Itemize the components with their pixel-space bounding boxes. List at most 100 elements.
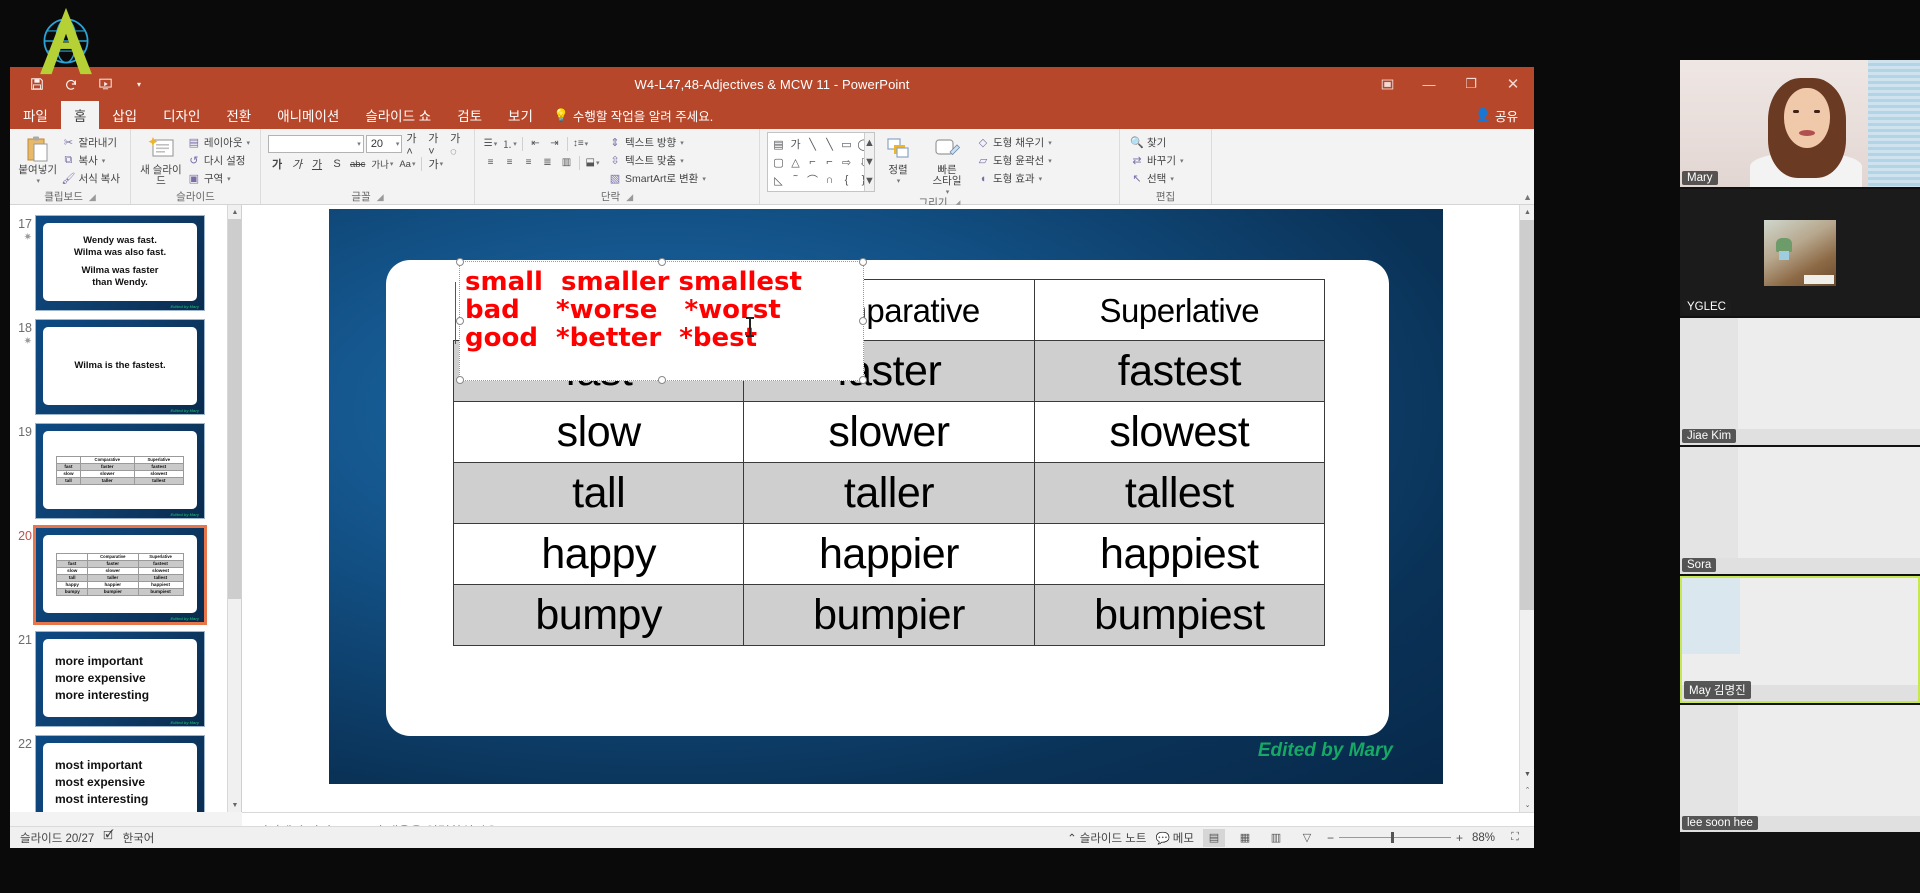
resize-handle-bottom-right[interactable] xyxy=(859,376,867,384)
participant-tile[interactable]: YGLEC xyxy=(1680,189,1920,316)
character-spacing-button[interactable]: 가나 ▾ xyxy=(369,155,395,173)
customize-qat-icon[interactable]: ▾ xyxy=(124,71,154,97)
columns-button[interactable]: ▥ xyxy=(558,154,575,171)
resize-handle-middle-left[interactable] xyxy=(456,317,464,325)
slideshow-view-button[interactable]: ▽ xyxy=(1296,829,1318,847)
zoom-in-button[interactable]: + xyxy=(1456,831,1463,845)
thumbnail-item[interactable]: 17 ✷ Wendy was fast. Wilma was also fast… xyxy=(10,211,241,315)
shape-arc-icon[interactable]: ∩ xyxy=(821,171,838,189)
layout-button[interactable]: ▤ 레이아웃 ▾ xyxy=(184,134,253,151)
tab-insert[interactable]: 삽입 xyxy=(99,101,150,129)
quick-styles-button[interactable]: 빠른 스타일 ▾ xyxy=(921,132,973,196)
thumbnail-item[interactable]: 22 most important most expensive most in… xyxy=(10,731,241,812)
next-slide-icon[interactable]: ⌄ xyxy=(1520,797,1534,812)
line-spacing-button[interactable]: ↕≡ ▾ xyxy=(572,135,589,152)
align-left-button[interactable]: ≡ xyxy=(482,154,499,171)
slide-scroll-thumb[interactable] xyxy=(1520,220,1534,610)
align-text-button[interactable]: ⇳ 텍스트 맞춤 ▾ xyxy=(605,152,709,169)
shapes-gallery-scrollbar[interactable]: ▲ ▼ ▼ xyxy=(864,133,875,191)
format-painter-button[interactable]: 🖌 서식 복사 xyxy=(58,170,123,187)
tell-me-box[interactable]: 💡 수행할 작업을 알려 주세요. xyxy=(546,101,713,129)
participant-tile[interactable]: Jiae Kim xyxy=(1680,318,1920,445)
font-name-input[interactable]: ▾ xyxy=(268,135,364,153)
resize-handle-top-right[interactable] xyxy=(859,258,867,266)
restore-icon[interactable]: ❐ xyxy=(1450,67,1492,101)
section-button[interactable]: ▣ 구역 ▾ xyxy=(184,170,253,187)
copy-caret-icon[interactable]: ▾ xyxy=(102,157,106,165)
shape-effects-button[interactable]: ◖ 도형 효과 ▾ xyxy=(973,170,1055,187)
shape-triangle-icon[interactable]: △ xyxy=(787,153,804,171)
new-slide-button[interactable]: 새 슬라이드 xyxy=(138,132,184,187)
participant-tile-active-speaker[interactable]: May 김명진 xyxy=(1680,576,1920,703)
select-caret-icon[interactable]: ▾ xyxy=(1170,175,1174,183)
shapes-gallery-more-icon[interactable]: ▼ xyxy=(861,172,878,190)
clear-formatting-button[interactable]: 가◌ xyxy=(448,133,468,158)
reset-button[interactable]: ↺ 다시 설정 xyxy=(184,152,253,169)
comments-button[interactable]: 💬 메모 xyxy=(1155,830,1194,846)
grow-font-button[interactable]: 가˄ xyxy=(404,133,424,158)
shape-arrow-icon[interactable]: ╲ xyxy=(821,135,838,153)
tab-home[interactable]: 홈 xyxy=(60,101,100,129)
quick-styles-caret-icon[interactable]: ▾ xyxy=(946,188,950,196)
shape-textbox-icon[interactable]: ▤ xyxy=(770,135,787,153)
tab-slideshow[interactable]: 슬라이드 쇼 xyxy=(352,101,444,129)
spellcheck-icon[interactable]: 🗹 xyxy=(103,828,113,847)
tab-animations[interactable]: 애니메이션 xyxy=(264,101,352,129)
slide-thumbnail-pane[interactable]: 17 ✷ Wendy was fast. Wilma was also fast… xyxy=(10,205,242,812)
slide-scroll-up-icon[interactable]: ▲ xyxy=(1520,205,1534,220)
shape-wordart-icon[interactable]: 가 xyxy=(787,135,804,153)
font-size-caret-icon[interactable]: ▾ xyxy=(396,140,400,148)
font-size-input[interactable]: 20 ▾ xyxy=(365,135,403,153)
zoom-level[interactable]: 88% xyxy=(1472,832,1495,844)
justify-button[interactable]: ≣ xyxy=(539,154,556,171)
strikethrough-button[interactable]: abc xyxy=(348,155,367,173)
slide-pane-scrollbar[interactable]: ▲ ▼ ⌃ ⌄ xyxy=(1519,205,1534,812)
thumbnail-item-selected[interactable]: 20 Comparative Superlative fast faster f… xyxy=(10,523,241,627)
tab-review[interactable]: 검토 xyxy=(444,101,495,129)
select-button[interactable]: ↖ 선택 ▾ xyxy=(1127,170,1187,187)
shapes-scroll-down-icon[interactable]: ▼ xyxy=(861,153,878,171)
numbering-button[interactable]: ⒈ ▾ xyxy=(501,135,518,152)
layout-caret-icon[interactable]: ▾ xyxy=(246,139,250,147)
ribbon-display-options-icon[interactable] xyxy=(1366,67,1408,101)
zoom-slider[interactable]: − + xyxy=(1327,831,1463,845)
shape-outline-caret-icon[interactable]: ▾ xyxy=(1048,157,1052,165)
resize-handle-top-left[interactable] xyxy=(456,258,464,266)
language-indicator[interactable]: 한국어 xyxy=(123,830,155,846)
align-right-button[interactable]: ≡ xyxy=(520,154,537,171)
thumbnail-item[interactable]: 18 ✷ Wilma is the fastest. Edited by Mar… xyxy=(10,315,241,419)
shape-rounded-rect-icon[interactable]: ▢ xyxy=(770,153,787,171)
shape-curve-icon[interactable]: ⌒ xyxy=(804,171,821,189)
thumbnail-item[interactable]: 21 more important more expensive more in… xyxy=(10,627,241,731)
italic-button[interactable]: 가 xyxy=(288,155,306,173)
replace-button[interactable]: ⇄ 바꾸기 ▾ xyxy=(1127,152,1187,169)
shape-scribble-icon[interactable]: ᷉ xyxy=(787,171,804,189)
text-direction-caret-icon[interactable]: ▾ xyxy=(680,139,684,147)
slide-thumbnail[interactable]: Wilma is the fastest. Edited by Mary xyxy=(35,319,205,415)
clipboard-dialog-launcher[interactable]: ◢ xyxy=(89,192,96,202)
participant-tile[interactable]: Sora xyxy=(1680,447,1920,574)
font-name-caret-icon[interactable]: ▾ xyxy=(357,140,361,148)
align-center-button[interactable]: ≡ xyxy=(501,154,518,171)
resize-handle-top-center[interactable] xyxy=(657,258,666,266)
arrange-button[interactable]: 정렬 ▾ xyxy=(875,132,921,185)
shape-left-brace-icon[interactable]: { xyxy=(838,171,855,189)
text-align-vertical-button[interactable]: ⬓ ▾ xyxy=(584,154,601,171)
close-icon[interactable]: ✕ xyxy=(1492,67,1534,101)
shape-elbow-arrow-icon[interactable]: ⌐ xyxy=(821,153,838,171)
minimize-icon[interactable]: — xyxy=(1408,67,1450,101)
reading-view-button[interactable]: ▥ xyxy=(1265,829,1287,847)
slide-editing-pane[interactable]: Comparative Superlative fast faster fast… xyxy=(242,205,1534,812)
text-shadow-button[interactable]: S xyxy=(328,155,346,173)
shrink-font-button[interactable]: 가˅ xyxy=(426,133,446,158)
font-color-button[interactable]: 가 ▾ xyxy=(426,155,445,173)
zoom-slider-thumb[interactable] xyxy=(1390,832,1394,843)
participant-tile[interactable]: lee soon hee xyxy=(1680,705,1920,832)
align-text-caret-icon[interactable]: ▾ xyxy=(680,157,684,165)
thumbnail-item[interactable]: 19 Comparative Superlative fast faster f… xyxy=(10,419,241,523)
share-button[interactable]: 👤 공유 xyxy=(1465,104,1528,127)
shape-fill-caret-icon[interactable]: ▾ xyxy=(1048,139,1052,147)
participant-tile[interactable]: Mary xyxy=(1680,60,1920,187)
slide-thumbnail[interactable]: Comparative Superlative fast faster fast… xyxy=(35,423,205,519)
thumbnail-scroll-thumb[interactable] xyxy=(228,219,241,599)
